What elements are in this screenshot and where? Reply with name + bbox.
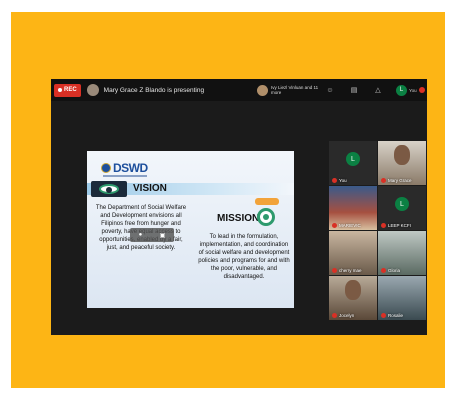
participant-name: MARIEVIC	[339, 223, 361, 228]
mic-off-icon	[381, 313, 386, 318]
slide-controls[interactable]: ● ▣	[130, 228, 174, 242]
presentation-slide: DSWD VISION The Department of Social Wel…	[87, 151, 294, 308]
vision-title: VISION	[133, 183, 167, 194]
activities-button[interactable]: △	[369, 81, 387, 99]
mic-off-icon	[381, 268, 386, 273]
self-view-button[interactable]: L You	[396, 81, 426, 99]
presenter-text: Mary Grace Z Blando is presenting	[103, 86, 205, 94]
participant-grid: L You Mary Grace MARIEVIC L LEEP KCFI ch…	[329, 141, 426, 321]
participant-name-label: Gloria	[381, 268, 400, 273]
mic-off-icon	[332, 223, 337, 228]
dswd-logo: DSWD	[101, 161, 148, 175]
recording-badge: REC	[54, 83, 81, 97]
participant-name-label: LEEP KCFI	[381, 223, 411, 228]
participant-name: LEEP KCFI	[388, 223, 411, 228]
mic-off-icon	[381, 178, 386, 183]
mic-off-icon	[418, 87, 425, 93]
logo-text: DSWD	[113, 161, 148, 175]
participant-tile[interactable]: Mary Grace	[378, 141, 426, 185]
people-icon: ☺	[326, 86, 334, 94]
chat-icon: ▤	[350, 86, 358, 94]
participant-name: Gloria	[388, 268, 401, 273]
people-button[interactable]: ☺	[321, 81, 339, 99]
top-bar: REC Mary Grace Z Blando is presenting Iv…	[51, 79, 427, 101]
meeting-window: REC Mary Grace Z Blando is presenting Iv…	[51, 79, 427, 335]
participant-tile[interactable]: L You	[329, 141, 377, 185]
participant-tile[interactable]: Jocelyn	[329, 276, 377, 320]
record-dot-icon	[58, 88, 62, 92]
chat-button[interactable]: ▤	[345, 81, 363, 99]
self-avatar: L	[396, 84, 407, 96]
participant-name: Jocelyn	[339, 313, 355, 318]
participant-name-label: cherry mae	[332, 268, 362, 273]
participant-name: You	[339, 178, 347, 183]
participant-tile[interactable]: cherry mae	[329, 231, 377, 275]
mission-text: To lead in the formulation, implementati…	[198, 234, 290, 280]
self-label: You	[409, 87, 417, 93]
participant-tile[interactable]: Rosalie	[378, 276, 426, 320]
mic-off-icon	[332, 268, 337, 273]
mic-off-icon	[332, 313, 337, 318]
participant-name: Mary Grace	[388, 178, 412, 183]
participant-name-label: Mary Grace	[381, 178, 412, 183]
dswd-seal-icon	[101, 163, 111, 173]
presenter-avatar	[86, 84, 99, 96]
participant-avatar: L	[346, 152, 360, 166]
participants-summary[interactable]: Ivy Liezl Vinluan and 11 more	[257, 79, 327, 101]
participant-name-label: Rosalie	[381, 313, 403, 318]
participant-tile[interactable]: L LEEP KCFI	[378, 186, 426, 230]
logo-underline	[103, 175, 147, 177]
participant-video	[394, 145, 410, 165]
participant-avatar	[257, 84, 268, 96]
participant-name-label: Jocelyn	[332, 313, 354, 318]
participant-name-label: You	[332, 178, 347, 183]
rec-label: REC	[64, 87, 77, 93]
activities-icon: △	[375, 86, 381, 94]
participant-name: Rosalie	[388, 313, 404, 318]
participant-name-label: MARIEVIC	[332, 223, 361, 228]
participant-avatar: L	[395, 197, 409, 211]
pin-icon[interactable]: ●	[139, 232, 143, 238]
participant-name: cherry mae	[339, 268, 362, 273]
eye-icon	[99, 184, 119, 194]
mic-off-icon	[332, 178, 337, 183]
target-icon	[257, 208, 275, 226]
mission-tag	[255, 198, 279, 205]
participant-tile[interactable]: MARIEVIC	[329, 186, 377, 230]
participant-tile[interactable]: Gloria	[378, 231, 426, 275]
participants-summary-text: Ivy Liezl Vinluan and 11 more	[271, 85, 319, 95]
expand-icon[interactable]: ▣	[160, 232, 166, 239]
toolbar: ☺ ▤ △	[321, 81, 387, 99]
mic-off-icon	[381, 223, 386, 228]
mission-title: MISSION	[217, 213, 260, 224]
participant-video	[345, 280, 361, 300]
